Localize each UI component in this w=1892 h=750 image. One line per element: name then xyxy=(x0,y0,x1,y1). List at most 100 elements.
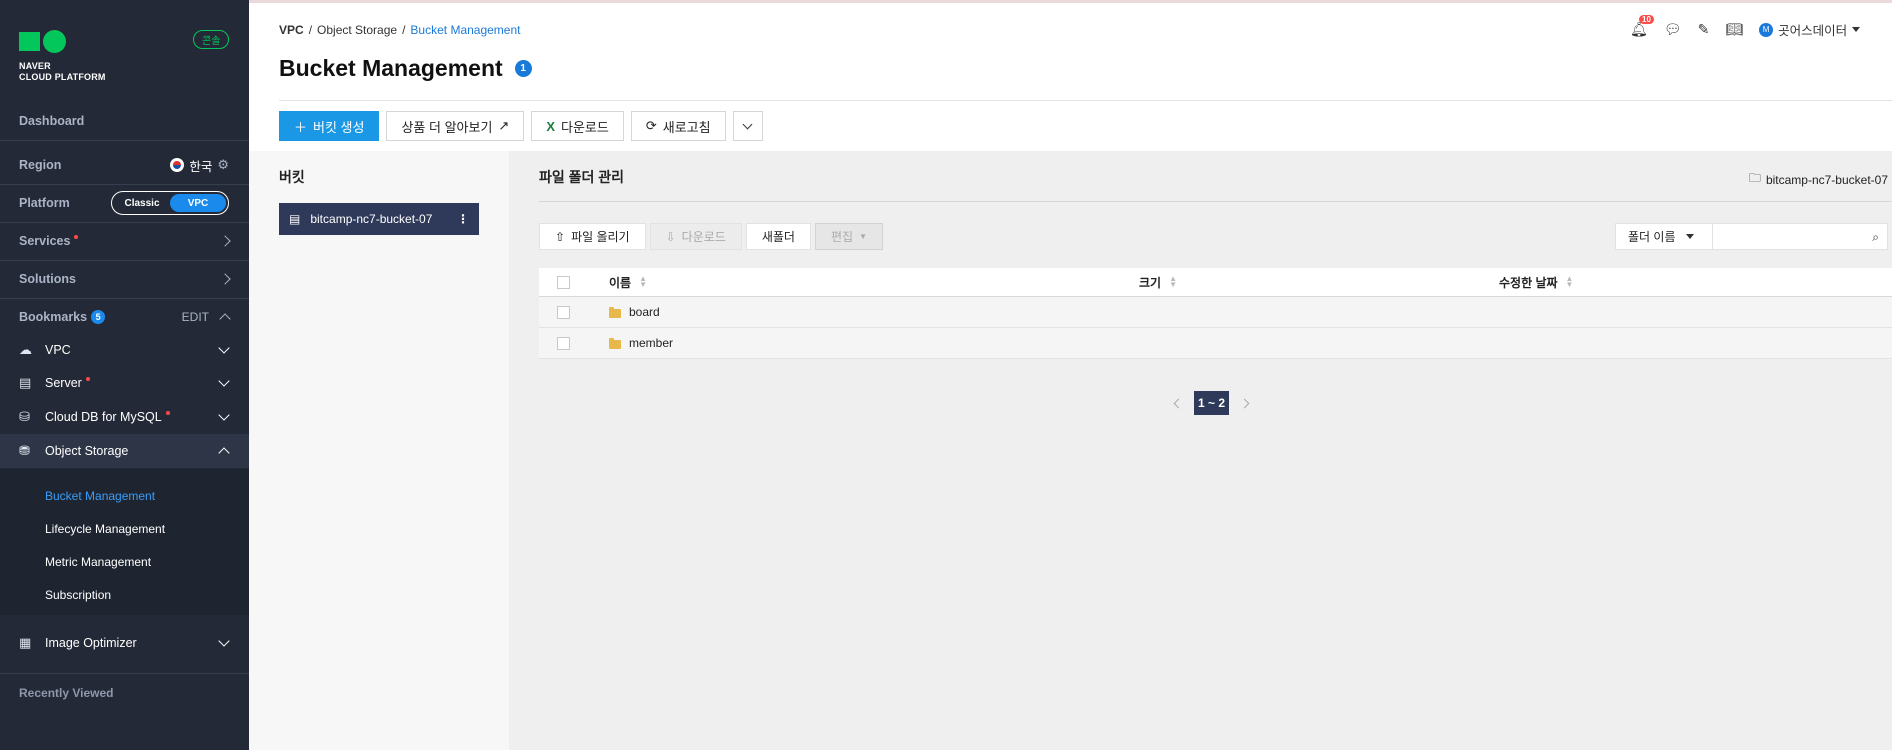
logo-line-2: CLOUD PLATFORM xyxy=(19,72,106,82)
divider xyxy=(0,673,249,674)
bucket-list-item[interactable]: ▤ bitcamp-nc7-bucket-07 ⋮ xyxy=(279,203,479,235)
search-field-select[interactable]: 폴더 이름 xyxy=(1615,223,1713,250)
submenu-lifecycle-management[interactable]: Lifecycle Management xyxy=(45,522,165,536)
learn-more-label: 상품 더 알아보기 xyxy=(401,119,493,135)
refresh-button[interactable]: ⟳ 새로고침 xyxy=(630,111,726,141)
breadcrumb-vpc[interactable]: VPC xyxy=(279,23,304,37)
row-name[interactable]: board xyxy=(629,305,660,319)
kebab-menu-icon[interactable]: ⋮ xyxy=(457,212,469,226)
edit-dropdown[interactable]: 편집 ▼ xyxy=(814,223,883,250)
table-row[interactable]: board xyxy=(539,297,1892,328)
bucket-panel: 버킷 ▤ bitcamp-nc7-bucket-07 ⋮ xyxy=(249,151,509,750)
nav-bookmarks: Bookmarks 5 EDIT xyxy=(0,298,249,336)
book-icon[interactable]: 📖︎ xyxy=(1725,21,1743,38)
file-toolbar: ⇧ 파일 올리기 ⇩ 다운로드 새폴더 편집 ▼ xyxy=(539,223,883,250)
logo[interactable]: NAVER CLOUD PLATFORM xyxy=(19,30,106,83)
notification-count-badge: 10 xyxy=(1639,15,1654,24)
recently-viewed[interactable]: Recently Viewed xyxy=(19,686,114,700)
nav-platform: Platform Classic VPC xyxy=(0,184,249,222)
refresh-label: 새로고침 xyxy=(662,119,711,135)
user-menu[interactable]: M 곳어스데이터 xyxy=(1759,20,1861,39)
region-value: 한국 xyxy=(189,159,213,174)
sort-icon: ▲ ▼ xyxy=(639,274,648,289)
logo-line-1: NAVER xyxy=(19,61,51,71)
console-badge[interactable]: 콘솔 xyxy=(193,30,230,49)
file-table: 이름 ▲ ▼ 크기 ▲ ▼ 수정한 날짜 ▲ ▼ board member xyxy=(539,268,1892,359)
gear-icon[interactable]: ⚙ xyxy=(217,157,229,173)
bookmark-vpc[interactable]: ☁ VPC xyxy=(0,333,249,367)
folder-icon xyxy=(609,306,621,318)
new-folder-button[interactable]: 새폴더 xyxy=(745,223,811,250)
chevron-up-icon xyxy=(218,447,230,459)
breadcrumb-separator: / xyxy=(402,23,406,37)
bookmarks-edit[interactable]: EDIT xyxy=(182,310,231,325)
create-bucket-button[interactable]: ＋ 버킷 생성 xyxy=(279,111,380,141)
submenu-bucket-management[interactable]: Bucket Management xyxy=(45,489,155,503)
bookmark-image-optimizer-label: Image Optimizer xyxy=(45,636,137,650)
logo-mark xyxy=(19,30,106,53)
notification-bell-icon[interactable]: 🔔︎ 10 xyxy=(1630,15,1654,38)
region-selector[interactable]: 한국 ⚙ xyxy=(170,156,229,175)
more-actions-button[interactable] xyxy=(732,111,763,141)
bookmark-server[interactable]: ▤ Server xyxy=(0,366,249,400)
column-name[interactable]: 이름 ▲ ▼ xyxy=(609,274,647,291)
bookmark-cloud-db[interactable]: ⛁ Cloud DB for MySQL xyxy=(0,400,249,434)
download-file-button[interactable]: ⇩ 다운로드 xyxy=(649,223,742,250)
download-excel-button[interactable]: X 다운로드 xyxy=(531,111,624,141)
nav-services[interactable]: Services xyxy=(0,222,249,260)
nav-region: Region 한국 ⚙ xyxy=(0,146,249,184)
nav-dashboard[interactable]: Dashboard xyxy=(0,102,249,140)
caret-down-icon: ▼ xyxy=(859,232,867,241)
column-modified[interactable]: 수정한 날짜 ▲ ▼ xyxy=(1499,274,1573,291)
bookmark-object-storage-label: Object Storage xyxy=(45,444,129,458)
table-row[interactable]: member xyxy=(539,328,1892,359)
row-checkbox[interactable] xyxy=(557,336,570,350)
download-excel-label: 다운로드 xyxy=(561,119,609,135)
bucket-icon: ▤ xyxy=(289,212,301,226)
bookmark-image-optimizer[interactable]: ▦ Image Optimizer xyxy=(0,626,249,660)
edit-note-icon[interactable]: ✎ xyxy=(1698,21,1710,38)
folder-outline-icon: 🗀 xyxy=(1748,171,1761,185)
column-size-label: 크기 xyxy=(1139,275,1162,290)
divider xyxy=(539,201,1892,202)
prev-page-icon[interactable] xyxy=(1173,398,1184,408)
search-input[interactable]: ⌕ xyxy=(1713,223,1888,250)
platform-label: Platform xyxy=(19,196,70,210)
upload-file-button[interactable]: ⇧ 파일 올리기 xyxy=(539,223,646,250)
storage-icon: ⛃ xyxy=(19,443,30,458)
bookmarks-edit-label[interactable]: EDIT xyxy=(182,310,209,324)
column-size[interactable]: 크기 ▲ ▼ xyxy=(1139,274,1177,291)
platform-toggle[interactable]: Classic VPC xyxy=(111,191,229,215)
platform-vpc-option[interactable]: VPC xyxy=(170,194,226,212)
current-page[interactable]: 1 ~ 2 xyxy=(1194,391,1230,415)
row-name[interactable]: member xyxy=(629,336,673,350)
nav-solutions[interactable]: Solutions xyxy=(0,260,249,298)
region-label: Region xyxy=(19,158,62,172)
chat-icon[interactable]: 💬︎ xyxy=(1664,21,1682,38)
search-bar: 폴더 이름 ⌕ xyxy=(1615,223,1888,250)
learn-more-button[interactable]: 상품 더 알아보기 ↗ xyxy=(386,111,525,141)
next-page-icon[interactable] xyxy=(1239,398,1250,408)
bookmark-object-storage[interactable]: ⛃ Object Storage xyxy=(0,434,249,468)
search-icon[interactable]: ⌕ xyxy=(1872,230,1879,245)
select-all-checkbox[interactable] xyxy=(557,275,570,289)
breadcrumb-object-storage[interactable]: Object Storage xyxy=(317,23,397,37)
sidebar: NAVER CLOUD PLATFORM 콘솔 Dashboard Region… xyxy=(0,0,249,750)
nav-solutions-label: Solutions xyxy=(19,272,76,286)
platform-classic-option[interactable]: Classic xyxy=(114,194,170,212)
chevron-down-icon xyxy=(742,119,753,129)
breadcrumb-separator: / xyxy=(308,23,313,37)
submenu-subscription[interactable]: Subscription xyxy=(45,588,111,602)
row-name-cell[interactable]: member xyxy=(609,336,673,350)
page-title-badge[interactable]: 1 xyxy=(514,60,532,77)
breadcrumb-current: Bucket Management xyxy=(410,23,521,37)
chevron-up-icon[interactable] xyxy=(219,313,231,325)
row-checkbox[interactable] xyxy=(557,305,570,319)
refresh-icon: ⟳ xyxy=(645,118,657,133)
bucket-name: bitcamp-nc7-bucket-07 xyxy=(310,212,433,226)
row-name-cell[interactable]: board xyxy=(609,305,660,319)
logo-text: NAVER CLOUD PLATFORM xyxy=(19,61,106,83)
chevron-down-icon xyxy=(218,375,230,387)
submenu-metric-management[interactable]: Metric Management xyxy=(45,555,151,569)
external-link-icon: ↗ xyxy=(498,118,510,133)
